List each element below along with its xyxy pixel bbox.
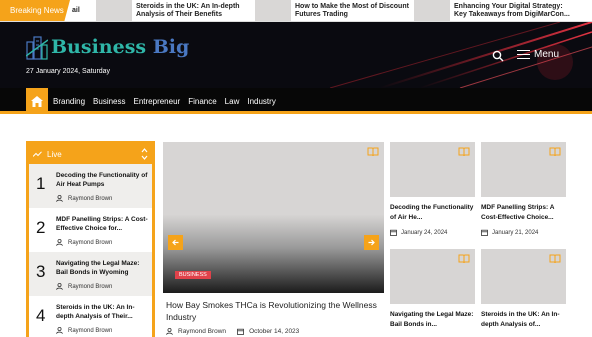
nav-item-business[interactable]: Business [93,97,125,106]
article-card-title[interactable]: MDF Panelling Strips: A Cost-Effective C… [481,203,566,223]
live-item-author[interactable]: Raymond Brown [56,239,150,246]
featured-article-meta: Raymond Brown October 14, 2023 [166,328,299,335]
scroll-arrows-icon[interactable] [141,147,148,161]
article-card-title[interactable]: Steroids in the UK: An In-depth Analysis… [481,310,566,330]
search-button[interactable] [492,49,504,62]
live-label: Live [47,149,62,159]
ticker-item[interactable]: Steroids in the UK: An In-depth Analysis… [96,0,252,21]
live-item-author[interactable]: Raymond Brown [56,327,150,334]
site-logo[interactable]: Business Big [26,34,189,60]
ticker-thumbnail[interactable] [255,0,291,21]
logo-text-big[interactable]: Big [153,36,190,58]
calendar-icon [237,328,244,335]
calendar-icon [390,229,397,236]
featured-article-title[interactable]: How Bay Smokes THCa is Revolutionizing t… [166,299,384,323]
live-item-title[interactable]: Steroids in the UK: An In-depth Analysis… [56,303,150,321]
bookmark-icon[interactable] [367,147,379,157]
live-item-number: 2 [36,218,46,237]
arrow-left-icon [172,239,179,246]
nav-item-industry[interactable]: Industry [247,97,275,106]
live-item-author-name[interactable]: Raymond Brown [68,328,112,334]
nav-home-button[interactable] [26,88,48,114]
live-item-author-name[interactable]: Raymond Brown [68,284,112,290]
live-panel: Live 1 Decoding the Functionality of Air… [26,141,155,337]
featured-slider-image[interactable]: BUSINESS [163,142,384,293]
ticker-item-title[interactable]: How to Make the Most of Discount Futures… [291,3,411,19]
bookmark-icon[interactable] [549,147,561,157]
calendar-icon [481,229,488,236]
search-icon [492,50,504,62]
article-card-date: January 21, 2024 [481,229,566,236]
user-icon [56,195,63,202]
bookmark-icon[interactable] [458,147,470,157]
article-card-date-text: January 24, 2024 [401,229,448,236]
menu-label[interactable]: Menu [534,49,559,60]
home-icon [31,95,43,107]
trending-icon [33,151,42,157]
live-panel-header: Live [29,144,152,164]
user-icon [56,283,63,290]
user-icon [56,327,63,334]
article-card[interactable]: MDF Panelling Strips: A Cost-Effective C… [481,142,566,236]
site-header: Business Big 27 January 2024, Saturday M… [0,22,592,88]
logo-building-icon [26,36,48,60]
ticker-thumbnail[interactable] [414,0,450,21]
live-item-author-name[interactable]: Raymond Brown [68,196,112,202]
live-item-number: 3 [36,262,46,281]
ticker-item[interactable]: Enhancing Your Digital Strategy: Key Tak… [414,0,575,21]
breaking-news-ticker: Breaking News ail Steroids in the UK: An… [0,0,592,22]
logo-text[interactable]: Business Big [51,36,189,58]
live-item-title[interactable]: Navigating the Legal Maze: Bail Bonds in… [56,259,150,277]
ticker-thumbnail[interactable] [96,0,132,21]
featured-article-author[interactable]: Raymond Brown [178,328,226,335]
user-icon [166,328,173,335]
ticker-item-title[interactable]: Steroids in the UK: An In-depth Analysis… [132,3,252,19]
live-item-author-name[interactable]: Raymond Brown [68,240,112,246]
live-list-item[interactable]: 2 MDF Panelling Strips: A Cost-Effective… [29,208,152,252]
live-item-author[interactable]: Raymond Brown [56,283,150,290]
article-card-date-text: January 21, 2024 [492,229,539,236]
user-icon [56,239,63,246]
hamburger-icon [517,49,530,60]
live-item-number: 4 [36,306,46,325]
article-card-image[interactable] [481,142,566,197]
article-card-date: January 24, 2024 [390,229,475,236]
arrow-right-icon [368,239,375,246]
nav-item-branding[interactable]: Branding [53,97,85,106]
article-card-image[interactable] [390,142,475,197]
article-card[interactable]: Steroids in the UK: An In-depth Analysis… [481,249,566,330]
bookmark-icon[interactable] [549,254,561,264]
nav-item-finance[interactable]: Finance [188,97,216,106]
article-card[interactable]: Decoding the Functionality of Air He... … [390,142,475,236]
article-card-title[interactable]: Navigating the Legal Maze: Bail Bonds in… [390,310,475,330]
live-item-title[interactable]: Decoding the Functionality of Air Heat P… [56,171,150,189]
live-list-item[interactable]: 3 Navigating the Legal Maze: Bail Bonds … [29,252,152,296]
menu-button[interactable]: Menu [517,49,559,60]
nav-item-law[interactable]: Law [225,97,240,106]
article-card[interactable]: Navigating the Legal Maze: Bail Bonds in… [390,249,475,330]
article-card-image[interactable] [390,249,475,304]
live-list-item[interactable]: 1 Decoding the Functionality of Air Heat… [29,164,152,208]
bookmark-icon[interactable] [458,254,470,264]
slider-prev-button[interactable] [168,235,183,250]
article-card-image[interactable] [481,249,566,304]
ticker-item-title[interactable]: Enhancing Your Digital Strategy: Key Tak… [450,3,575,19]
main-navigation: Branding Business Entrepreneur Finance L… [0,88,592,114]
featured-article-date: October 14, 2023 [249,328,300,335]
live-list-item[interactable]: 4 Steroids in the UK: An In-depth Analys… [29,296,152,337]
category-badge[interactable]: BUSINESS [175,271,211,279]
logo-text-business[interactable]: Business [51,36,146,58]
ticker-item[interactable]: How to Make the Most of Discount Futures… [255,0,411,21]
slider-next-button[interactable] [364,235,379,250]
nav-item-entrepreneur[interactable]: Entrepreneur [134,97,181,106]
breaking-news-badge: Breaking News [0,0,70,21]
article-card-title[interactable]: Decoding the Functionality of Air He... [390,203,475,223]
live-item-number: 1 [36,174,46,193]
live-item-title[interactable]: MDF Panelling Strips: A Cost-Effective C… [56,215,150,233]
live-item-author[interactable]: Raymond Brown [56,195,150,202]
header-date: 27 January 2024, Saturday [26,68,111,75]
